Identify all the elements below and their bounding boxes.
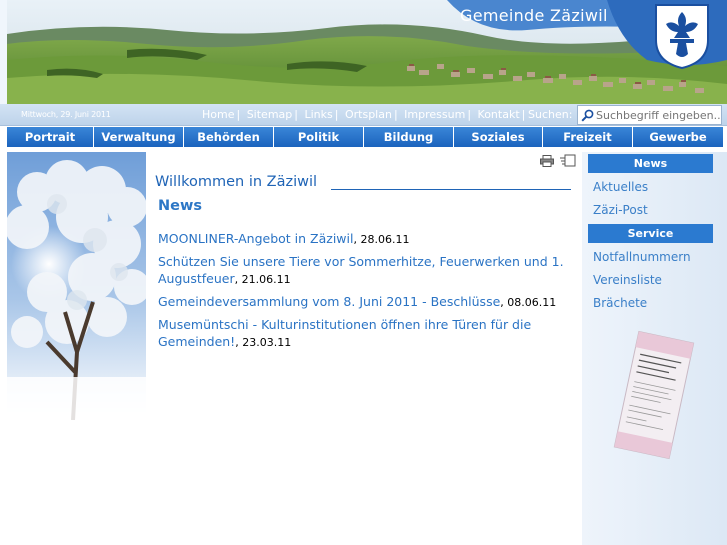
- nav-item-politik[interactable]: Politik: [274, 127, 364, 147]
- sidebar-link-zaezi-post[interactable]: Zäzi-Post: [593, 203, 648, 217]
- nav-item-verwaltung[interactable]: Verwaltung: [94, 127, 184, 147]
- print-icon[interactable]: [540, 155, 554, 167]
- separator: |: [393, 108, 398, 121]
- utility-link-home[interactable]: Home: [202, 108, 234, 121]
- header-landscape-image: [7, 0, 727, 104]
- separator: |: [294, 108, 298, 121]
- sidebar-link-vereinsliste[interactable]: Vereinsliste: [593, 273, 662, 287]
- current-date: Mittwoch, 29. Juni 2011: [21, 110, 111, 119]
- news-item: MOONLINER-Angebot in Zäziwil, 28.06.11: [158, 231, 410, 246]
- news-link[interactable]: Gemeindeversammlung vom 8. Juni 2011 - B…: [158, 294, 500, 309]
- news-date: 21.06.11: [241, 273, 291, 286]
- separator: |: [521, 108, 526, 121]
- sidebar-link-aktuelles[interactable]: Aktuelles: [593, 180, 648, 194]
- news-item: Musemüntschi - Kulturinstitutionen öffne…: [158, 317, 532, 349]
- blossom-tree-image: [7, 152, 146, 420]
- separator: |: [467, 108, 472, 121]
- nav-item-soziales[interactable]: Soziales: [454, 127, 543, 147]
- page-title: Willkommen in Zäziwil: [155, 174, 318, 190]
- nav-item-bildung[interactable]: Bildung: [364, 127, 454, 147]
- search-box[interactable]: [577, 105, 722, 125]
- news-link[interactable]: Schützen Sie unsere Tiere vor Sommerhitz…: [158, 254, 564, 286]
- main-navigation: Portrait Verwaltung Behörden Politik Bil…: [7, 127, 723, 147]
- news-date: 23.03.11: [242, 336, 292, 349]
- crest-icon[interactable]: [652, 2, 712, 70]
- search-label: Suchen:: [528, 108, 573, 121]
- nav-item-portrait[interactable]: Portrait: [7, 127, 94, 147]
- nav-item-gewerbe[interactable]: Gewerbe: [633, 127, 723, 147]
- title-underline: [331, 189, 571, 190]
- utility-link-links[interactable]: Links: [304, 108, 332, 121]
- main-content: Willkommen in Zäziwil News MOONLINER-Ang…: [146, 152, 582, 545]
- nav-item-behoerden[interactable]: Behörden: [184, 127, 274, 147]
- sidebar-link-notfallnummern[interactable]: Notfallnummern: [593, 250, 691, 264]
- utility-link-impressum[interactable]: Impressum: [404, 108, 465, 121]
- sidebar-service-heading: Service: [588, 224, 713, 243]
- tageskarte-ticket-image[interactable]: [612, 330, 696, 460]
- news-link[interactable]: Musemüntschi - Kulturinstitutionen öffne…: [158, 317, 531, 349]
- search-input[interactable]: [596, 107, 721, 123]
- utility-links: Home | Sitemap | Links | Ortsplan | Impressu…: [202, 108, 528, 121]
- news-link[interactable]: MOONLINER-Angebot in Zäziwil: [158, 231, 353, 246]
- news-date: 08.06.11: [507, 296, 557, 309]
- utility-link-kontakt[interactable]: Kontakt: [478, 108, 520, 121]
- utility-link-sitemap[interactable]: Sitemap: [247, 108, 293, 121]
- sidebar-news-heading: News: [588, 154, 713, 173]
- separator: |: [236, 108, 241, 121]
- header-banner: Gemeinde Zäziwil: [0, 0, 727, 104]
- search-icon[interactable]: [581, 109, 594, 122]
- nav-item-freizeit[interactable]: Freizeit: [543, 127, 633, 147]
- news-heading: News: [158, 198, 202, 214]
- news-date: 28.06.11: [360, 233, 410, 246]
- mail-icon[interactable]: [560, 154, 576, 167]
- news-item: Gemeindeversammlung vom 8. Juni 2011 - B…: [158, 294, 557, 309]
- sidebar-link-braechete[interactable]: Brächete: [593, 296, 647, 310]
- utility-link-ortsplan[interactable]: Ortsplan: [345, 108, 392, 121]
- news-list: MOONLINER-Angebot in Zäziwil, 28.06.11 S…: [158, 230, 578, 356]
- news-item: Schützen Sie unsere Tiere vor Sommerhitz…: [158, 254, 564, 286]
- site-title: Gemeinde Zäziwil: [460, 6, 608, 25]
- separator: |: [334, 108, 339, 121]
